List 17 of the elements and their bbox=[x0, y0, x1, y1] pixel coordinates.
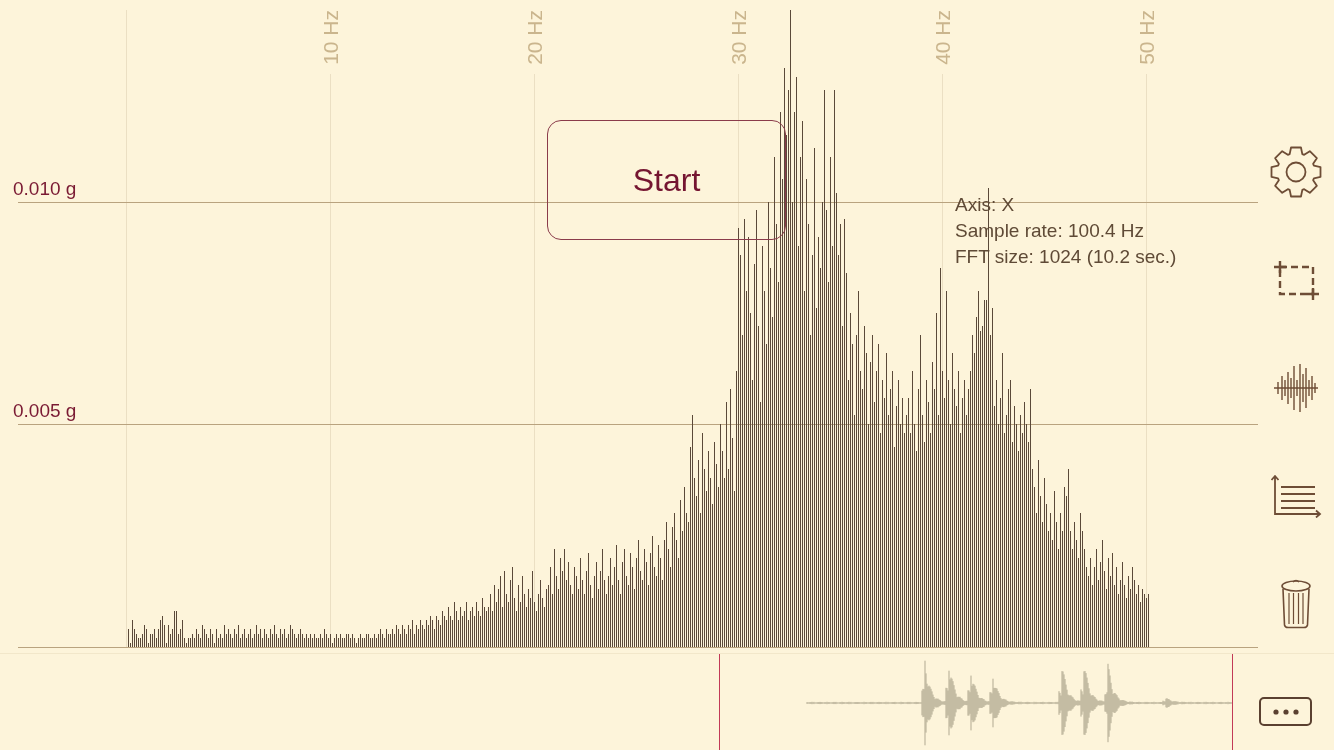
selection-marker[interactable] bbox=[719, 654, 720, 750]
axis-label: 10 Hz bbox=[319, 10, 342, 65]
selection-marker[interactable] bbox=[1232, 654, 1233, 750]
axis-label: 40 Hz bbox=[931, 10, 954, 65]
axis-lines-icon[interactable] bbox=[1270, 474, 1322, 518]
axis-label: 30 Hz bbox=[727, 10, 750, 65]
waveform-icon[interactable] bbox=[1274, 363, 1318, 413]
more-button[interactable] bbox=[1259, 697, 1312, 726]
more-icon bbox=[1272, 708, 1299, 715]
dashed-frame-icon[interactable] bbox=[1273, 260, 1319, 300]
axis-label: 20 Hz bbox=[523, 10, 546, 65]
start-button[interactable]: Start bbox=[547, 120, 786, 240]
trash-icon[interactable] bbox=[1280, 579, 1312, 629]
axis-label: 0.010 g bbox=[13, 177, 77, 199]
axis-label: 50 Hz bbox=[1135, 10, 1158, 65]
gear-icon[interactable] bbox=[1269, 145, 1323, 199]
axis-label: 0.005 g bbox=[13, 399, 77, 421]
